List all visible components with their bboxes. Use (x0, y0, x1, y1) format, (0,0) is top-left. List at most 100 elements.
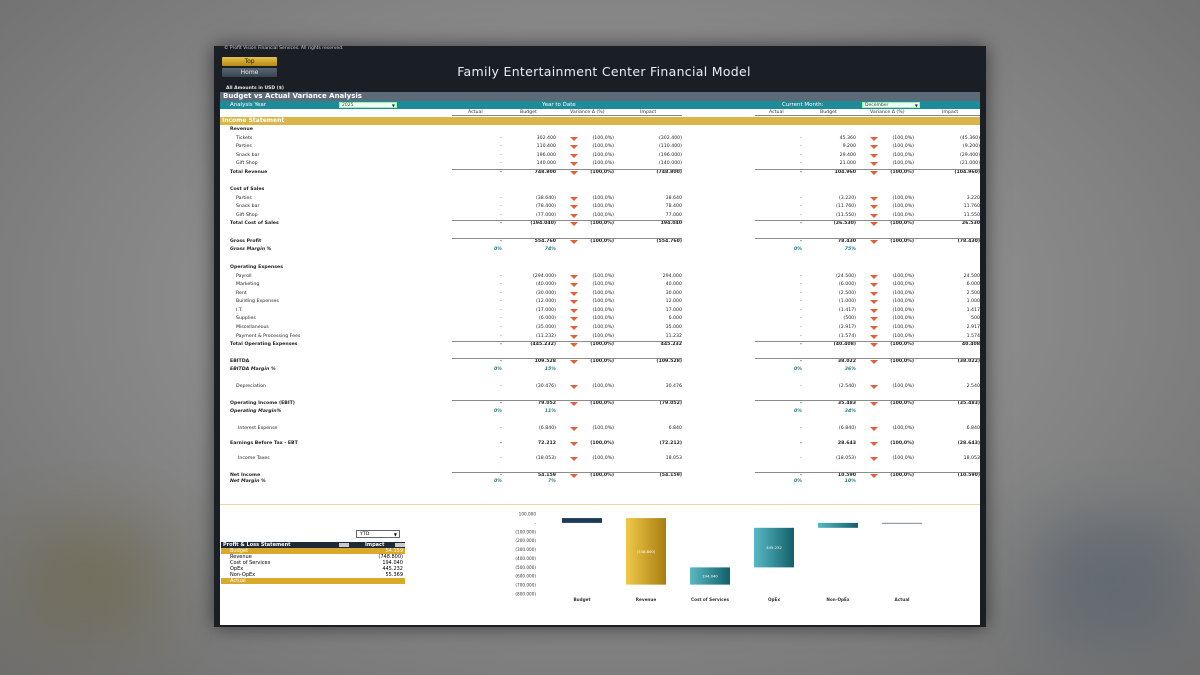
m-impact-cell: (104.960) (954, 170, 980, 175)
m-impact-cell: (45.360) (959, 136, 980, 141)
top-button[interactable]: Top (222, 57, 277, 66)
ytd-impact-cell: (79.052) (659, 401, 682, 406)
label-cell: Net Margin % (230, 479, 266, 484)
m-var-cell: (100,0%) (892, 144, 914, 149)
label-cell: Building Expenses (236, 299, 279, 304)
down-arrow-icon (870, 171, 878, 175)
down-arrow-icon (570, 402, 578, 406)
down-arrow-icon (570, 385, 578, 389)
ytd-impact-cell: (110.400) (658, 144, 682, 149)
table-row: Supplies - (6.000) (100,0%) 6.000 - (500) (100,… (220, 315, 980, 323)
m-actual-cell: - (800, 291, 802, 296)
ytd-var-cell: (100,0%) (592, 456, 614, 461)
ytd-actual-cell: - (500, 196, 502, 201)
m-actual-cell: - (800, 359, 802, 364)
pl-row: Actual (221, 578, 405, 584)
m-impact-cell: 500 (971, 316, 980, 321)
m-impact-cell: 40.408 (961, 342, 980, 347)
table-row: I.T. - (17.000) (100,0%) 17.000 - (1.417) (100,… (220, 307, 980, 315)
current-month-select[interactable]: December ▼ (862, 102, 920, 108)
filter-icon[interactable] (339, 543, 349, 547)
label-cell: Depreciation (236, 384, 266, 389)
period-select[interactable]: YTD ▼ (356, 530, 400, 538)
chevron-down-icon: ▼ (393, 532, 397, 537)
ytd-impact-cell: 35.000 (665, 325, 682, 330)
ytd-impact-cell: 77.000 (665, 213, 682, 218)
m-var-cell: (100,0%) (892, 204, 914, 209)
m-budget-cell: (1.417) (838, 308, 856, 313)
ytd-impact-cell: 30.000 (665, 291, 682, 296)
down-arrow-icon (870, 205, 878, 209)
m-actual-cell: - (800, 161, 802, 166)
ytd-actual-cell: - (500, 274, 502, 279)
m-var-cell: (100,0%) (892, 308, 914, 313)
y-tick-label: (400.000) (515, 556, 536, 561)
label-cell: Total Cost of Sales (230, 221, 279, 226)
m-actual-cell: - (800, 401, 802, 406)
table-row: Total Operating Expenses - (445.232) (100,0… (220, 341, 980, 349)
analysis-year-label: Analysis Year (230, 102, 267, 108)
m-impact-cell: 3.220 (966, 196, 980, 201)
ytd-var-cell: (100,0%) (592, 144, 614, 149)
down-arrow-icon (870, 457, 878, 461)
table-row: Snack bar - 196.000 (100,0%) (196.000) - 29.40… (220, 152, 980, 160)
label-cell: Gift Shop (236, 213, 258, 218)
down-arrow-icon (570, 427, 578, 431)
m-actual-cell: - (800, 334, 802, 339)
m-actual-cell: - (800, 342, 802, 347)
total-rule (452, 219, 682, 221)
y-tick-label: (600.000) (515, 574, 536, 579)
ytd-actual-cell: - (500, 359, 502, 364)
label-cell: EBITDA Margin % (230, 367, 276, 372)
m-budget-cell: (500) (843, 316, 856, 321)
period-value: YTD (360, 532, 370, 537)
analysis-year-select[interactable]: 2025 ▼ (339, 102, 397, 108)
table-row: EBITDA Margin % 0% 15% 0% 36% (220, 366, 980, 374)
m-actual-cell: - (800, 170, 802, 175)
m-impact-cell: 2.917 (966, 325, 980, 330)
m-actual-cell: 0% (794, 247, 802, 252)
ytd-budget-cell: (30.476) (535, 384, 556, 389)
ytd-budget-cell: (6.000) (538, 316, 556, 321)
m-budget-cell: (6.000) (838, 282, 856, 287)
ytd-var-cell: (100,0%) (590, 170, 614, 175)
table-row: Parties - (38.640) (100,0%) 38.640 - (3.220) (1… (220, 195, 980, 203)
ytd-var-cell: (100,0%) (592, 316, 614, 321)
filter-icon[interactable] (395, 543, 405, 547)
y-tick-label: (100.000) (515, 529, 536, 534)
down-arrow-icon (570, 222, 578, 226)
m-actual-cell: - (800, 239, 802, 244)
down-arrow-icon (570, 171, 578, 175)
down-arrow-icon (570, 137, 578, 141)
ytd-var-cell: (100,0%) (592, 153, 614, 158)
table-row: EBITDA - 109.528 (100,0%) (109.528) - 38.022 (1… (220, 358, 980, 366)
data-label: 194.040 (702, 574, 718, 579)
down-arrow-icon (570, 292, 578, 296)
total-rule (755, 399, 980, 401)
total-rule (452, 237, 682, 239)
table-row: Miscellaneous - (35.000) (100,0%) 35.000 - (2.… (220, 324, 980, 332)
ytd-var-cell: (100,0%) (592, 204, 614, 209)
x-tick-label: Non-OpEx (826, 597, 850, 602)
m-impact-cell: 11.550 (963, 213, 980, 218)
y-tick-label: (800.000) (515, 592, 536, 597)
total-rule (755, 357, 980, 359)
label-cell: Operating Margin% (230, 409, 282, 414)
m-impact-cell: 24.500 (963, 274, 980, 279)
m-impact-cell: (28.643) (957, 441, 980, 446)
ytd-actual-cell: - (500, 325, 502, 330)
down-arrow-icon (870, 326, 878, 330)
label-cell: Parties (236, 196, 252, 201)
ytd-budget-cell: 196.000 (536, 153, 556, 158)
m-impact-cell: 2.500 (966, 291, 980, 296)
x-tick-label: Cost of Services (691, 597, 729, 602)
ytd-impact-cell: 40.000 (665, 282, 682, 287)
down-arrow-icon (570, 335, 578, 339)
table-row: Snack bar - (78.400) (100,0%) 78.400 - (11.760… (220, 203, 980, 211)
table-row: Income Taxes - (18.053) (100,0%) 18.053 - (18.… (220, 455, 980, 463)
ytd-impact-cell: 17.000 (665, 308, 682, 313)
home-button[interactable]: Home (222, 68, 277, 77)
m-var-cell: (100,0%) (892, 291, 914, 296)
bottom-separator (220, 504, 980, 505)
ytd-impact-cell: 294.000 (662, 274, 682, 279)
